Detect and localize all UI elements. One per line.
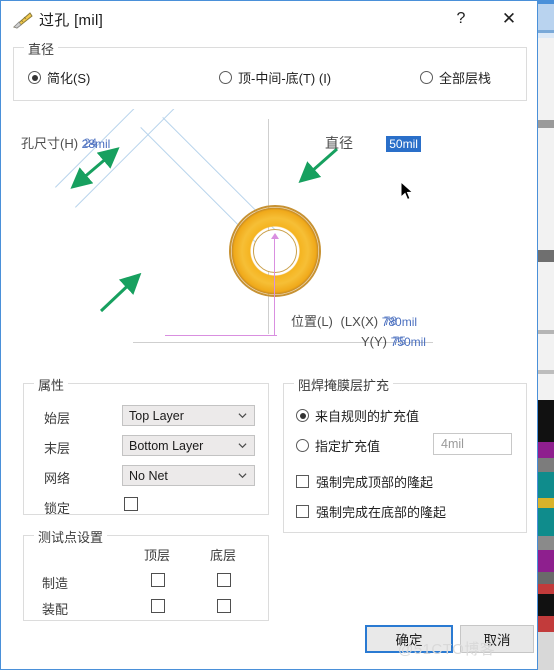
diameter-field[interactable]: 直径 50mil — [325, 133, 421, 153]
chevron-down-icon — [238, 473, 247, 479]
start-layer-combobox[interactable]: Top Layer — [122, 405, 255, 426]
via-properties-dialog: 过孔 [mil] ? ✕ 直径 简化(S) 顶-中间-底(T) (I) 全部层栈 — [0, 0, 538, 670]
diameter-field-label: 直径 — [325, 135, 353, 151]
diameter-dimension-arrow-lower — [99, 272, 142, 313]
force-top-bulge-label: 强制完成顶部的隆起 — [316, 475, 434, 490]
screen: 过孔 [mil] ? ✕ 直径 简化(S) 顶-中间-底(T) (I) 全部层栈 — [0, 0, 554, 670]
radio-simple-indicator — [28, 71, 41, 84]
window-title: 过孔 [mil] — [39, 12, 104, 29]
testpoint-row-assembly-label: 装配 — [42, 602, 69, 617]
location-x-field[interactable]: 位置(L) (LX(X) 780mil 78 — [291, 311, 417, 330]
radio-expansion-from-rules[interactable]: 来自规则的扩充值 — [296, 406, 419, 425]
hole-size-dimension-arrow — [70, 147, 120, 189]
ruler-icon — [13, 11, 33, 29]
testpoint-assembly-bottom-checkbox[interactable] — [217, 599, 231, 613]
testpoint-column-bottom: 底层 — [210, 548, 237, 563]
net-combobox[interactable]: No Net — [122, 465, 255, 486]
radio-specify-expansion-indicator — [296, 439, 309, 452]
force-bottom-bulge-checkbox[interactable] — [296, 505, 309, 518]
testpoint-column-top: 顶层 — [144, 548, 171, 563]
start-layer-label: 始层 — [44, 411, 71, 426]
properties-group-title: 属性 — [34, 375, 69, 394]
location-y-field[interactable]: Y(Y) 750mil 75 — [361, 334, 426, 349]
location-x-value-ghost: 78 — [383, 314, 398, 328]
location-label: 位置(L) — [291, 314, 333, 329]
hole-size-label: 孔尺寸(H) — [21, 136, 79, 151]
help-button[interactable]: ? — [443, 5, 479, 33]
chevron-down-icon — [238, 443, 247, 449]
center-marker-vertical — [274, 236, 275, 336]
properties-group: 属性 始层 Top Layer 末层 Bottom Layer 网络 No Ne… — [23, 375, 269, 516]
location-x-label: (LX(X) — [340, 314, 379, 329]
radio-simple[interactable]: 简化(S) — [28, 68, 90, 87]
testpoint-row-fabrication-label: 制造 — [42, 576, 69, 591]
force-top-bulge-checkbox[interactable] — [296, 475, 309, 488]
location-y-label: Y(Y) — [361, 334, 387, 349]
diameter-group-title: 直径 — [24, 39, 59, 58]
radio-full-stack-indicator — [420, 71, 433, 84]
force-bottom-bulge-row[interactable]: 强制完成在底部的隆起 — [296, 502, 446, 521]
testpoint-group: 测试点设置 顶层 底层 制造 装配 — [23, 527, 269, 621]
location-y-value-wrap: 750mil 75 — [391, 334, 426, 349]
title-bar: 过孔 [mil] ? ✕ — [1, 1, 537, 40]
expansion-value: 4mil — [441, 437, 464, 451]
radio-specify-expansion-label: 指定扩充值 — [315, 439, 381, 454]
center-marker-arrow — [271, 233, 279, 239]
end-layer-label: 末层 — [44, 441, 71, 456]
testpoint-group-title: 测试点设置 — [34, 527, 108, 546]
radio-full-stack-label: 全部层栈 — [439, 71, 492, 86]
radio-specify-expansion[interactable]: 指定扩充值 — [296, 436, 380, 455]
hole-size-field[interactable]: 孔尺寸(H) 28mil 24 — [21, 133, 110, 152]
expansion-value-input[interactable]: 4mil — [433, 433, 512, 455]
radio-top-middle-bottom[interactable]: 顶-中间-底(T) (I) — [219, 68, 331, 87]
watermark: @51CTO博客 — [398, 641, 496, 658]
net-label: 网络 — [44, 471, 71, 486]
lock-checkbox[interactable] — [124, 497, 138, 511]
solder-mask-group-title: 阻焊掩膜层扩充 — [294, 375, 394, 394]
radio-expansion-from-rules-indicator — [296, 409, 309, 422]
testpoint-fabrication-bottom-checkbox[interactable] — [217, 573, 231, 587]
net-value: No Net — [129, 468, 168, 483]
mouse-cursor — [400, 180, 416, 208]
force-bottom-bulge-label: 强制完成在底部的隆起 — [316, 505, 447, 520]
via-preview: 孔尺寸(H) 28mil 24 直径 50mil 位置(L) (LX(X) 78… — [13, 109, 527, 371]
testpoint-assembly-top-checkbox[interactable] — [151, 599, 165, 613]
end-layer-combobox[interactable]: Bottom Layer — [122, 435, 255, 456]
background-app-sliver — [538, 0, 554, 670]
location-x-value-wrap: 780mil 78 — [382, 314, 417, 329]
start-layer-value: Top Layer — [129, 408, 184, 423]
close-button[interactable]: ✕ — [491, 5, 527, 33]
radio-top-middle-bottom-indicator — [219, 71, 232, 84]
hole-size-value-wrap: 28mil 24 — [82, 136, 111, 151]
solder-mask-group: 阻焊掩膜层扩充 来自规则的扩充值 指定扩充值 4mil 强制完成顶部的隆起 强制… — [283, 375, 527, 533]
center-marker-horizontal — [165, 335, 277, 336]
radio-simple-label: 简化(S) — [47, 71, 91, 86]
radio-full-stack[interactable]: 全部层栈 — [420, 68, 491, 87]
testpoint-fabrication-top-checkbox[interactable] — [151, 573, 165, 587]
diameter-field-value: 50mil — [386, 136, 421, 152]
force-top-bulge-row[interactable]: 强制完成顶部的隆起 — [296, 472, 433, 491]
hole-size-value-ghost: 24 — [83, 136, 98, 150]
location-y-value-ghost: 75 — [392, 334, 406, 348]
end-layer-value: Bottom Layer — [129, 438, 204, 453]
lock-label: 锁定 — [44, 501, 71, 516]
diameter-group: 直径 简化(S) 顶-中间-底(T) (I) 全部层栈 — [13, 39, 527, 101]
radio-expansion-from-rules-label: 来自规则的扩充值 — [315, 409, 420, 424]
radio-top-middle-bottom-label: 顶-中间-底(T) (I) — [238, 71, 332, 86]
chevron-down-icon — [238, 413, 247, 419]
